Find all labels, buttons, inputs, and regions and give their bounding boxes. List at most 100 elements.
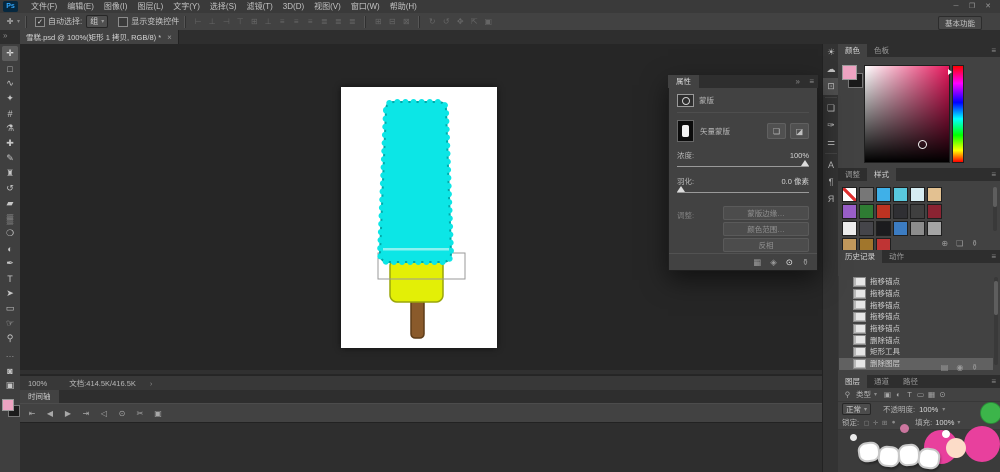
character-styles-icon[interactable]: Я bbox=[823, 190, 839, 207]
menu-item-3[interactable]: 图层(L) bbox=[132, 0, 168, 13]
history-item-4[interactable]: 拖移锚点 bbox=[838, 323, 993, 335]
audio-button[interactable]: ◁ bbox=[98, 409, 110, 418]
first-frame-button[interactable]: ⇤ bbox=[26, 409, 38, 418]
style-swatch-4[interactable] bbox=[910, 187, 925, 202]
history-item-1[interactable]: 拖移锚点 bbox=[838, 288, 993, 300]
path-selection-tool[interactable]: ➤ bbox=[2, 286, 18, 301]
density-slider-thumb[interactable] bbox=[801, 160, 809, 166]
auto-align-icon[interactable]: ⊞ bbox=[371, 17, 385, 26]
filter-toggle-icon[interactable]: ⊙ bbox=[937, 390, 948, 399]
screen-mode-icon[interactable]: ▣ bbox=[2, 378, 18, 393]
minimize-button[interactable]: ─ bbox=[948, 0, 964, 12]
vector-mask-thumbnail[interactable] bbox=[677, 120, 694, 142]
menu-item-5[interactable]: 选择(S) bbox=[205, 0, 242, 13]
history-item-2[interactable]: 拖移锚点 bbox=[838, 299, 993, 311]
add-pixel-mask-button[interactable]: ❏ bbox=[767, 123, 786, 139]
tab-channels[interactable]: 通道 bbox=[867, 375, 896, 388]
distribute-left-edges-icon[interactable]: ≣ bbox=[317, 17, 331, 26]
delete-style-icon[interactable]: ⚱ bbox=[971, 239, 978, 248]
menu-item-6[interactable]: 滤镜(T) bbox=[242, 0, 278, 13]
style-swatch-6[interactable] bbox=[842, 204, 857, 219]
load-selection-from-mask-icon[interactable]: ▦ bbox=[753, 257, 761, 268]
zoom-level[interactable]: 100% bbox=[28, 379, 47, 388]
split-button[interactable]: ✂ bbox=[134, 409, 146, 418]
delete-mask-icon[interactable]: ⚱ bbox=[802, 257, 809, 268]
color-range-button[interactable]: 颜色范围… bbox=[723, 222, 809, 236]
history-scrollbar[interactable] bbox=[994, 277, 998, 365]
close-button[interactable]: ✕ bbox=[980, 0, 996, 12]
move-tool[interactable]: ✛ bbox=[2, 46, 18, 61]
3d-scale-icon[interactable]: ▣ bbox=[481, 17, 495, 26]
new-document-from-state-icon[interactable]: ▤ bbox=[941, 363, 949, 372]
double-arrow-icon[interactable]: » bbox=[3, 31, 7, 40]
filter-shape-layers-icon[interactable]: ▭ bbox=[915, 390, 926, 399]
tab-color[interactable]: 颜色 bbox=[838, 44, 867, 57]
menu-item-7[interactable]: 3D(D) bbox=[278, 0, 309, 13]
panel-menu-icon[interactable]: ≡ bbox=[991, 170, 996, 179]
paragraph-icon[interactable]: ¶ bbox=[823, 173, 839, 190]
chevron-down-icon[interactable]: ▾ bbox=[874, 391, 877, 398]
new-snapshot-icon[interactable]: ◉ bbox=[956, 363, 963, 372]
menu-item-1[interactable]: 编辑(E) bbox=[62, 0, 99, 13]
tab-swatches[interactable]: 色板 bbox=[867, 44, 896, 57]
info-icon[interactable]: ⊡ bbox=[823, 78, 839, 95]
history-item-5[interactable]: 删除锚点 bbox=[838, 334, 993, 346]
lock-all-icon[interactable]: ● bbox=[889, 419, 898, 427]
filter-pixel-layers-icon[interactable]: ▣ bbox=[882, 390, 893, 399]
tab-layers[interactable]: 图层 bbox=[838, 375, 867, 388]
style-swatch-8[interactable] bbox=[876, 204, 891, 219]
workspace-toggle-icon[interactable]: ⊟ bbox=[385, 17, 399, 26]
brush-tool[interactable]: ✎ bbox=[2, 151, 18, 166]
clone-stamp-tool[interactable]: ♜ bbox=[2, 166, 18, 181]
tab-actions[interactable]: 动作 bbox=[882, 250, 911, 263]
3d-rotate-icon[interactable]: ↻ bbox=[425, 17, 439, 26]
eraser-tool[interactable]: ▰ bbox=[2, 196, 18, 211]
layer-comps-icon[interactable]: ❏ bbox=[823, 100, 839, 117]
foreground-color-swatch[interactable] bbox=[2, 399, 14, 411]
invert-button[interactable]: 反相 bbox=[723, 238, 809, 252]
rectangular-marquee-tool[interactable]: □ bbox=[2, 61, 18, 76]
lock-transparent-pixels-icon[interactable]: ▢ bbox=[862, 419, 871, 427]
hue-slider[interactable] bbox=[952, 65, 964, 163]
clone-source-icon[interactable]: ⚌ bbox=[823, 134, 839, 151]
align-top-edges-icon[interactable]: ⊤ bbox=[233, 17, 247, 26]
menu-item-2[interactable]: 图像(I) bbox=[99, 0, 133, 13]
character-icon[interactable]: A bbox=[823, 156, 839, 173]
panel-menu-icon[interactable]: ≡ bbox=[991, 252, 996, 261]
status-arrow-icon[interactable]: › bbox=[150, 379, 153, 388]
scrollbar-thumb[interactable] bbox=[994, 281, 998, 315]
brush-settings-icon[interactable]: ✑ bbox=[823, 117, 839, 134]
transition-button[interactable]: ▣ bbox=[152, 409, 164, 418]
lock-position-icon[interactable]: ⊞ bbox=[880, 419, 889, 427]
history-brush-tool[interactable]: ↺ bbox=[2, 181, 18, 196]
filter-smart-objects-icon[interactable]: ▦ bbox=[926, 390, 937, 399]
tab-timeline[interactable]: 时间轴 bbox=[20, 390, 59, 403]
next-frame-button[interactable]: ⇥ bbox=[80, 409, 92, 418]
restore-button[interactable]: ❐ bbox=[964, 0, 980, 12]
color-swatches[interactable] bbox=[2, 399, 19, 417]
3d-pan-icon[interactable]: ✥ bbox=[453, 17, 467, 26]
menu-item-10[interactable]: 帮助(H) bbox=[385, 0, 422, 13]
filter-adjustment-layers-icon[interactable]: ◐ bbox=[893, 390, 904, 399]
align-vertical-centers-icon[interactable]: ⊞ bbox=[247, 17, 261, 26]
tab-adjustments[interactable]: 调整 bbox=[838, 168, 867, 181]
style-swatch-3[interactable] bbox=[893, 187, 908, 202]
style-swatch-14[interactable] bbox=[876, 221, 891, 236]
adjustments-icon[interactable]: ☀ bbox=[823, 44, 839, 61]
align-bottom-edges-icon[interactable]: ⊥ bbox=[261, 17, 275, 26]
crop-tool[interactable]: # bbox=[2, 106, 18, 121]
settings-button[interactable]: ⊙ bbox=[116, 409, 128, 418]
fill-value[interactable]: 100% bbox=[935, 418, 954, 427]
canvas[interactable] bbox=[341, 87, 497, 348]
panel-menu-icon[interactable]: ≡ bbox=[991, 377, 996, 386]
scrollbar-thumb[interactable] bbox=[993, 187, 997, 207]
add-vector-mask-button[interactable]: ◪ bbox=[790, 123, 809, 139]
distribute-right-edges-icon[interactable]: ≣ bbox=[345, 17, 359, 26]
align-horizontal-centers-icon[interactable]: ⊥ bbox=[205, 17, 219, 26]
document-tab[interactable]: 雪糕.psd @ 100%(矩形 1 拷贝, RGB/8) * × bbox=[20, 30, 179, 44]
tool-preset-arrow-icon[interactable]: ▾ bbox=[17, 18, 20, 25]
quick-selection-tool[interactable]: ✦ bbox=[2, 91, 18, 106]
density-value[interactable]: 100% bbox=[790, 151, 809, 160]
apply-mask-icon[interactable]: ◈ bbox=[770, 257, 777, 268]
pen-tool[interactable]: ✒ bbox=[2, 256, 18, 271]
